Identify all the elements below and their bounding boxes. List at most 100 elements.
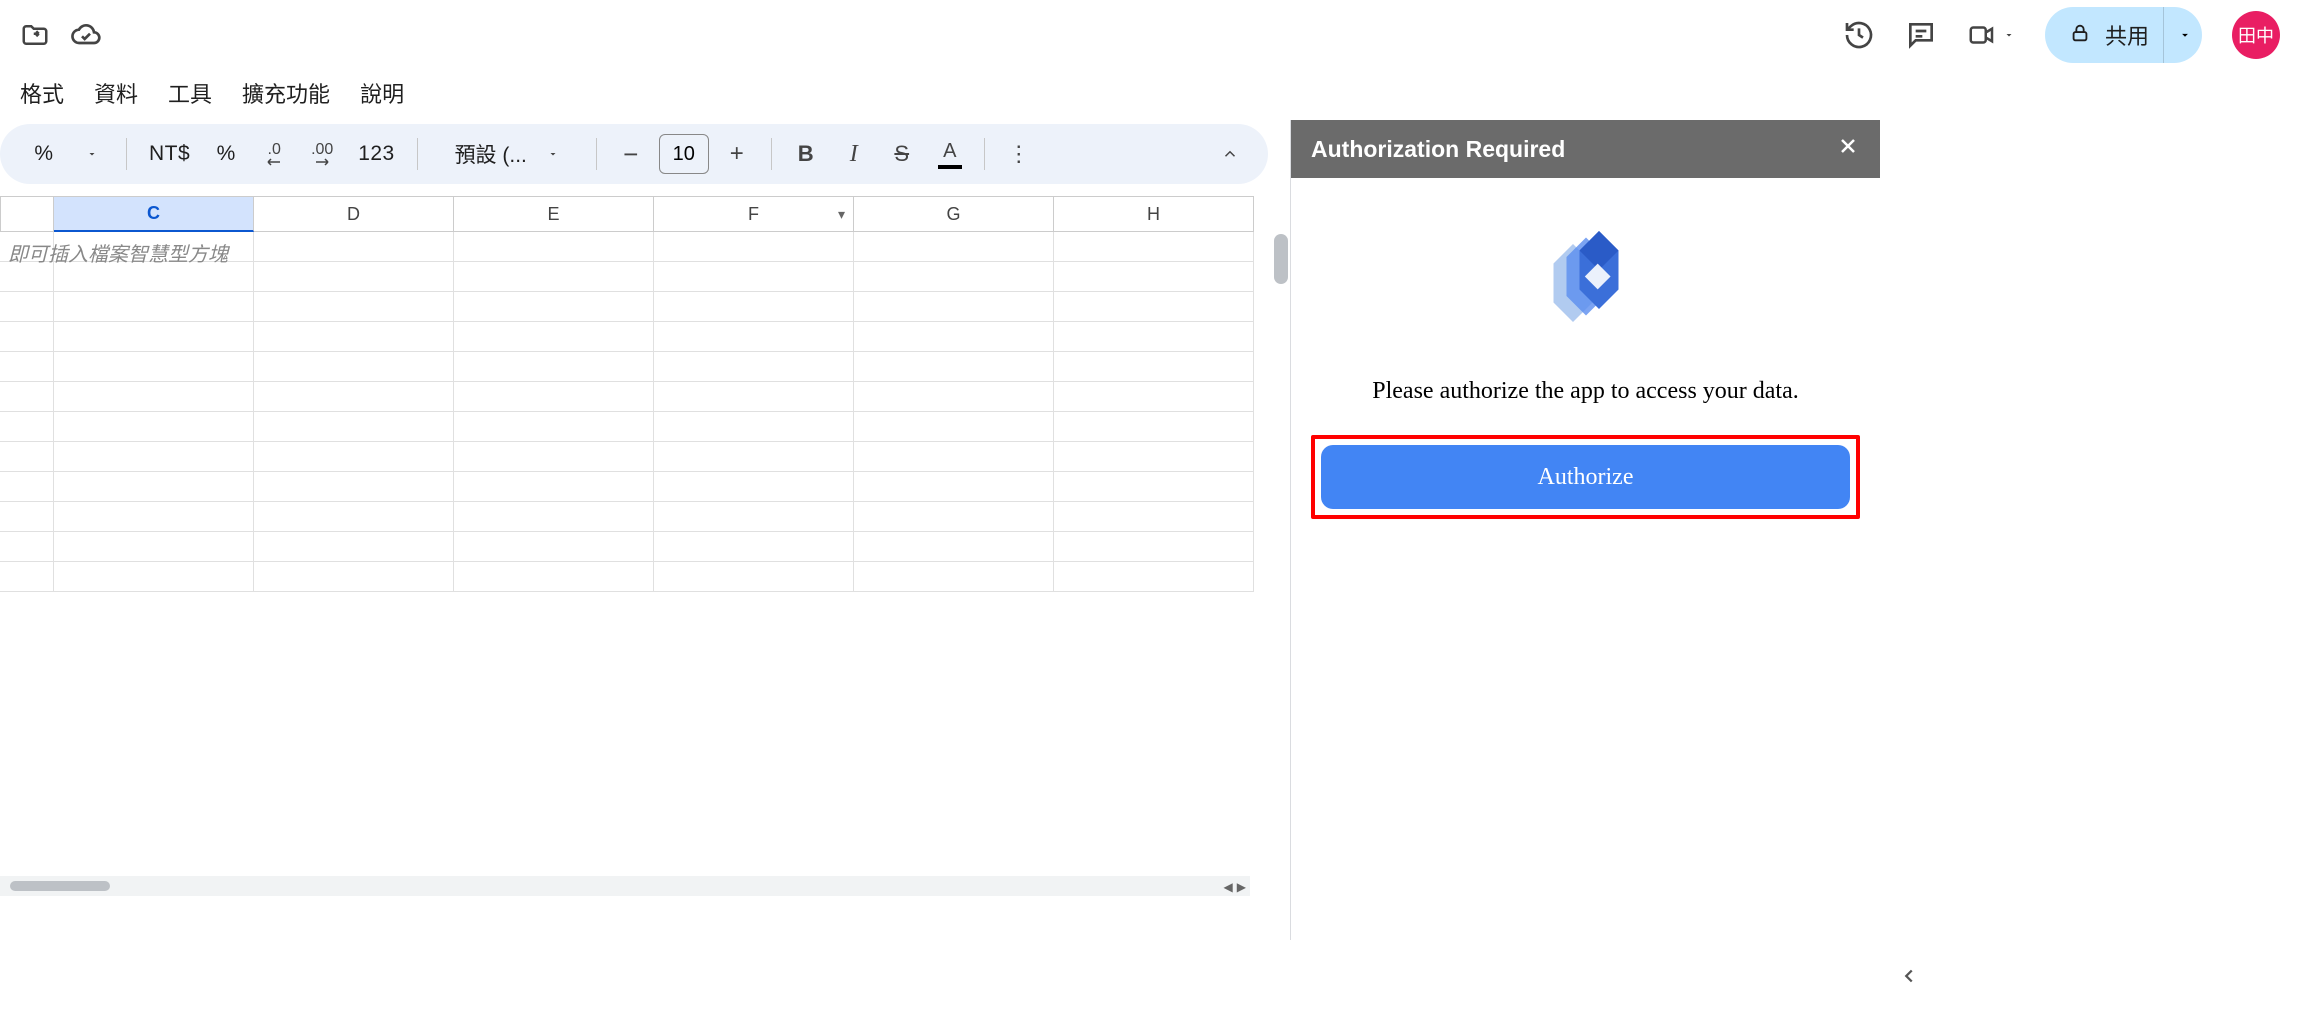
column-header[interactable]: F▾ [654,196,854,232]
share-dropdown-icon[interactable] [2163,7,2192,63]
cell[interactable] [654,532,854,562]
increase-decimal-button[interactable]: .00 [302,134,342,174]
cell[interactable] [254,352,454,382]
scroll-left-icon[interactable]: ◀ [1224,880,1233,894]
meet-icon[interactable] [1967,20,2015,50]
cell[interactable] [654,292,854,322]
menu-help[interactable]: 說明 [360,77,404,109]
cell[interactable] [654,562,854,592]
cell[interactable] [654,442,854,472]
share-button[interactable]: 共用 [2045,7,2202,63]
cell[interactable] [0,532,54,562]
table-row[interactable] [0,442,1290,472]
cell[interactable] [254,502,454,532]
cell[interactable] [654,502,854,532]
column-header[interactable]: E [454,196,654,232]
cell[interactable] [854,502,1054,532]
percent-format-button[interactable]: % [24,134,64,174]
column-header[interactable]: G [854,196,1054,232]
cell[interactable] [654,472,854,502]
cell[interactable] [54,352,254,382]
cell[interactable] [654,322,854,352]
cell[interactable] [0,352,54,382]
cell[interactable] [0,502,54,532]
table-row[interactable] [0,502,1290,532]
cell[interactable] [454,412,654,442]
cell[interactable] [1054,562,1254,592]
cell[interactable] [454,262,654,292]
cell[interactable] [54,532,254,562]
cloud-done-icon[interactable] [70,19,102,51]
column-header[interactable]: H [1054,196,1254,232]
cell[interactable] [254,442,454,472]
cell[interactable] [54,382,254,412]
cell[interactable] [1054,472,1254,502]
cell[interactable] [0,382,54,412]
cell[interactable] [1054,442,1254,472]
cell[interactable] [854,412,1054,442]
cell[interactable] [854,262,1054,292]
table-row[interactable] [0,382,1290,412]
cell[interactable] [854,472,1054,502]
table-row[interactable] [0,322,1290,352]
cell[interactable] [54,472,254,502]
cell[interactable] [0,562,54,592]
table-row[interactable] [0,532,1290,562]
increase-font-size-button[interactable]: + [717,134,757,174]
cell[interactable] [254,472,454,502]
menu-format[interactable]: 格式 [20,77,64,109]
column-header[interactable] [0,196,54,232]
cell[interactable] [1054,232,1254,262]
cell[interactable] [1054,412,1254,442]
cell[interactable] [0,412,54,442]
decrease-font-size-button[interactable]: − [611,134,651,174]
cell[interactable] [854,562,1054,592]
cell[interactable] [254,292,454,322]
cell[interactable] [54,442,254,472]
cell[interactable] [1054,352,1254,382]
strikethrough-button[interactable]: S [882,134,922,174]
user-avatar[interactable]: 田中 [2232,11,2280,59]
cell[interactable] [854,352,1054,382]
spreadsheet-grid[interactable]: CDEF▾GH ◀ ▶ 即可插入檔案智慧型方塊 [0,196,1290,896]
table-row[interactable] [0,292,1290,322]
cell[interactable] [654,232,854,262]
cell[interactable] [254,262,454,292]
column-header[interactable]: D [254,196,454,232]
cell[interactable] [454,292,654,322]
cell[interactable] [854,532,1054,562]
cell[interactable] [1054,532,1254,562]
column-dropdown-icon[interactable]: ▾ [838,206,845,223]
cell[interactable] [254,382,454,412]
cell[interactable] [254,532,454,562]
cell[interactable] [54,562,254,592]
menu-data[interactable]: 資料 [94,77,138,109]
comment-icon[interactable] [1905,19,1937,51]
scroll-right-icon[interactable]: ▶ [1237,880,1246,894]
collapse-toolbar-icon[interactable] [1210,134,1250,174]
history-icon[interactable] [1843,19,1875,51]
cell[interactable] [1054,322,1254,352]
vertical-scrollbar[interactable] [1274,234,1288,284]
italic-button[interactable]: I [834,134,874,174]
cell[interactable] [0,442,54,472]
cell[interactable] [454,532,654,562]
percent-dropdown-icon[interactable] [72,134,112,174]
cell[interactable] [454,352,654,382]
cell[interactable] [854,292,1054,322]
cell[interactable] [454,502,654,532]
number-format-button[interactable]: 123 [350,134,403,174]
bold-button[interactable]: B [786,134,826,174]
table-row[interactable] [0,412,1290,442]
cell[interactable] [54,412,254,442]
cell[interactable] [54,322,254,352]
horizontal-scrollbar[interactable]: ◀ ▶ [0,876,1250,896]
percent-button[interactable]: % [206,134,246,174]
table-row[interactable] [0,472,1290,502]
cell[interactable] [854,382,1054,412]
more-tools-icon[interactable]: ⋮ [999,134,1039,174]
menu-tools[interactable]: 工具 [168,77,212,109]
table-row[interactable] [0,562,1290,592]
cell[interactable] [0,472,54,502]
close-icon[interactable] [1836,134,1860,165]
